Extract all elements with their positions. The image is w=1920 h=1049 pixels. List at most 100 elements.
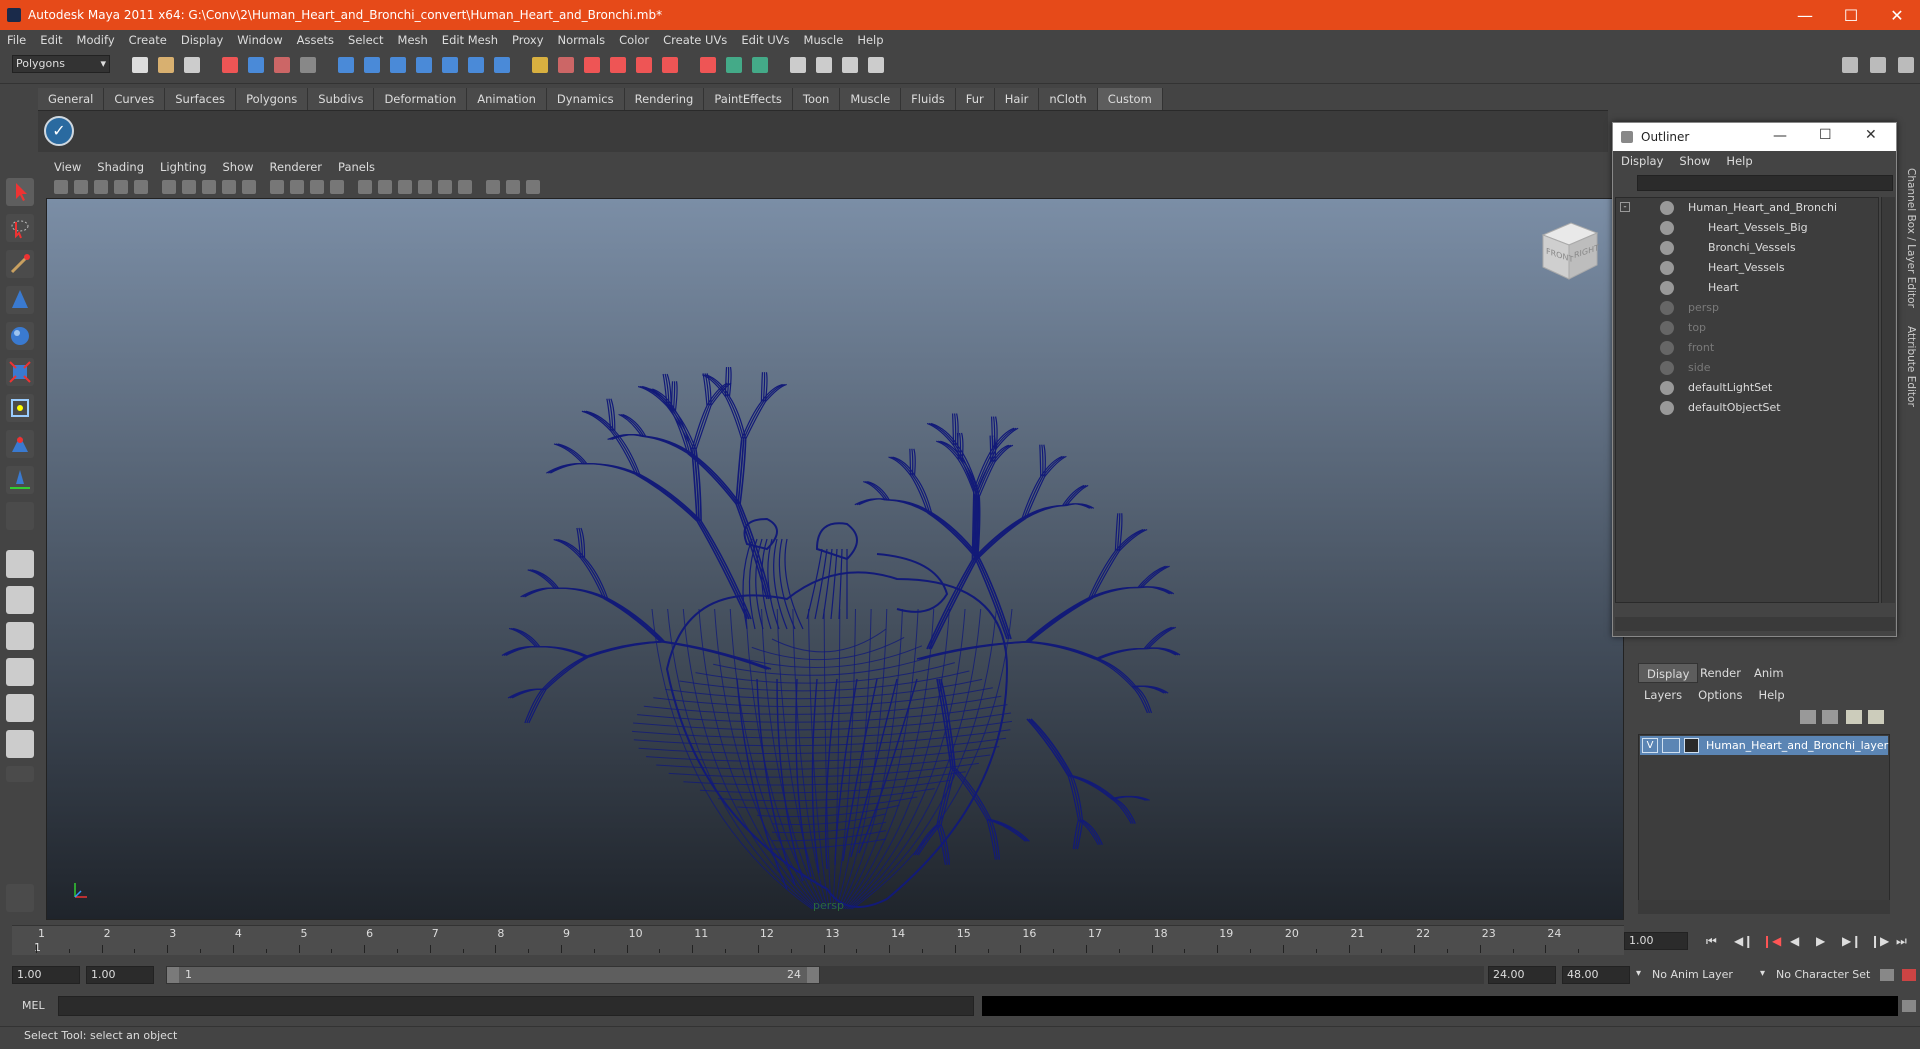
range-start-handle[interactable]: [167, 967, 179, 983]
use-lights-icon[interactable]: [222, 180, 236, 194]
shelf-tab-toon[interactable]: Toon: [792, 88, 841, 110]
single-pane-layout-icon[interactable]: [6, 550, 34, 578]
menu-assets[interactable]: Assets: [290, 33, 341, 47]
snap-curve-icon[interactable]: [364, 57, 380, 73]
toggle-layer-icon[interactable]: [868, 57, 884, 73]
menu-help[interactable]: Help: [850, 33, 890, 47]
show-manipulator-icon[interactable]: [6, 466, 34, 494]
show-hypershade-icon[interactable]: [636, 57, 652, 73]
outliner-item[interactable]: defaultObjectSet: [1616, 398, 1878, 418]
smooth-shade-icon[interactable]: [182, 180, 196, 194]
more-layouts-icon[interactable]: [6, 766, 34, 782]
minimize-button[interactable]: —: [1782, 0, 1828, 30]
menu-select[interactable]: Select: [341, 33, 390, 47]
isolate-select-icon[interactable]: [270, 180, 284, 194]
snap-point-icon[interactable]: [390, 57, 406, 73]
outliner-minimize-button[interactable]: —: [1773, 128, 1787, 144]
step-back-frame-icon[interactable]: ❙◀: [1762, 934, 1781, 948]
shelf-tab-deformation[interactable]: Deformation: [374, 88, 468, 110]
outliner-item[interactable]: persp: [1616, 298, 1878, 318]
shelf-tab-muscle[interactable]: Muscle: [840, 88, 902, 110]
outliner-item[interactable]: side: [1616, 358, 1878, 378]
time-slider[interactable]: 1 1 2 3 4 5 6 7 8 9 10 11 12 13 14 15 16 17 18 19 20 21 22 23 2…: [12, 925, 1624, 955]
layer-menu-layers[interactable]: Layers: [1636, 688, 1690, 702]
ipr-render-icon[interactable]: [584, 57, 600, 73]
step-forward-frame-icon[interactable]: ▶❙: [1842, 934, 1861, 948]
resolution-gate-icon[interactable]: [398, 180, 412, 194]
outliner-graph-layout-icon[interactable]: [6, 730, 34, 758]
current-time-field[interactable]: 1.00: [1624, 932, 1688, 950]
layer-menu-options[interactable]: Options: [1690, 688, 1750, 702]
select-camera-icon[interactable]: [486, 180, 500, 194]
make-live-icon[interactable]: [442, 57, 458, 73]
range-track[interactable]: [820, 966, 1484, 984]
lasso-tool-icon[interactable]: [6, 214, 34, 242]
shelf-tab-animation[interactable]: Animation: [467, 88, 547, 110]
layer-color-swatch[interactable]: [1684, 738, 1699, 753]
construction-history-icon[interactable]: [726, 57, 742, 73]
range-end-handle[interactable]: [807, 967, 819, 983]
outliner-close-button[interactable]: ✕: [1865, 127, 1877, 143]
mel-label[interactable]: MEL: [22, 999, 45, 1012]
menu-edit[interactable]: Edit: [33, 33, 69, 47]
shelf-tab-curves[interactable]: Curves: [104, 88, 166, 110]
outliner-item[interactable]: Bronchi_Vessels: [1616, 238, 1878, 258]
menu-window[interactable]: Window: [230, 33, 289, 47]
outliner-filter-input[interactable]: [1637, 175, 1893, 191]
lock-selection-icon[interactable]: [300, 57, 316, 73]
anim-layer-chevron-icon[interactable]: ▾: [1636, 968, 1641, 979]
menu-create-uvs[interactable]: Create UVs: [656, 33, 734, 47]
panel-menu-panels[interactable]: Panels: [330, 160, 383, 174]
outliner-item[interactable]: top: [1616, 318, 1878, 338]
film-gate-icon[interactable]: [378, 180, 392, 194]
menu-mesh[interactable]: Mesh: [391, 33, 435, 47]
graph-persp-layout-icon[interactable]: [6, 658, 34, 686]
layer-tab-anim[interactable]: Anim: [1746, 663, 1792, 683]
render-settings-icon[interactable]: [610, 57, 626, 73]
backface-icon[interactable]: [310, 180, 324, 194]
shelf-tab-surfaces[interactable]: Surfaces: [165, 88, 237, 110]
check-icon[interactable]: ✓: [44, 116, 74, 146]
outliner-item[interactable]: - Human_Heart_and_Bronchi: [1616, 198, 1878, 218]
panel-menu-shading[interactable]: Shading: [89, 160, 152, 174]
viewcube[interactable]: FRONT RIGHT: [1537, 217, 1601, 281]
anim-layer-selector[interactable]: No Anim Layer: [1652, 968, 1733, 981]
layer-star-icon[interactable]: [1846, 710, 1862, 724]
select-component-icon[interactable]: [274, 57, 290, 73]
hypershade-layout-icon[interactable]: [6, 694, 34, 722]
shelf-tab-ncloth[interactable]: nCloth: [1039, 88, 1098, 110]
select-hierarchy-icon[interactable]: [222, 57, 238, 73]
go-to-end-icon[interactable]: ⏭: [1896, 934, 1907, 949]
script-editor-icon[interactable]: [1902, 1000, 1916, 1012]
snap-grid-icon[interactable]: [338, 57, 354, 73]
panel-menu-lighting[interactable]: Lighting: [152, 160, 214, 174]
shelf-tab-painteffects[interactable]: PaintEffects: [704, 88, 793, 110]
channel-box-tab[interactable]: Channel Box / Layer Editor: [1901, 168, 1917, 308]
render-globals-icon[interactable]: [700, 57, 716, 73]
bookmark-icon[interactable]: [74, 180, 88, 194]
anim-end-field[interactable]: 48.00: [1562, 966, 1630, 984]
shelf-tab-dynamics[interactable]: Dynamics: [546, 88, 625, 110]
camera-attributes-icon[interactable]: [54, 180, 68, 194]
image-plane-icon[interactable]: [94, 180, 108, 194]
rotate-tool-icon[interactable]: [6, 322, 34, 350]
playback-end-field[interactable]: 24.00: [1488, 966, 1556, 984]
four-pane-layout-icon[interactable]: [6, 586, 34, 614]
xray-icon[interactable]: [290, 180, 304, 194]
mel-input[interactable]: [58, 996, 974, 1016]
wireframe-on-shaded-icon[interactable]: [358, 180, 372, 194]
menu-modify[interactable]: Modify: [70, 33, 122, 47]
toggle-channel-icon[interactable]: [790, 57, 806, 73]
character-set-selector[interactable]: No Character Set: [1776, 968, 1870, 981]
toggle-tool-icon[interactable]: [842, 57, 858, 73]
scale-tool-icon[interactable]: [6, 358, 34, 386]
layer-star-add-icon[interactable]: [1868, 710, 1884, 724]
menu-display[interactable]: Display: [174, 33, 230, 47]
input-ops-icon[interactable]: [468, 57, 484, 73]
outliner-item[interactable]: Heart_Vessels: [1616, 258, 1878, 278]
outliner-menu-help[interactable]: Help: [1718, 154, 1760, 168]
shadows-icon[interactable]: [242, 180, 256, 194]
toggle-attr-icon[interactable]: [816, 57, 832, 73]
textured-icon[interactable]: [202, 180, 216, 194]
play-forwards-icon[interactable]: ▶: [1816, 934, 1825, 948]
